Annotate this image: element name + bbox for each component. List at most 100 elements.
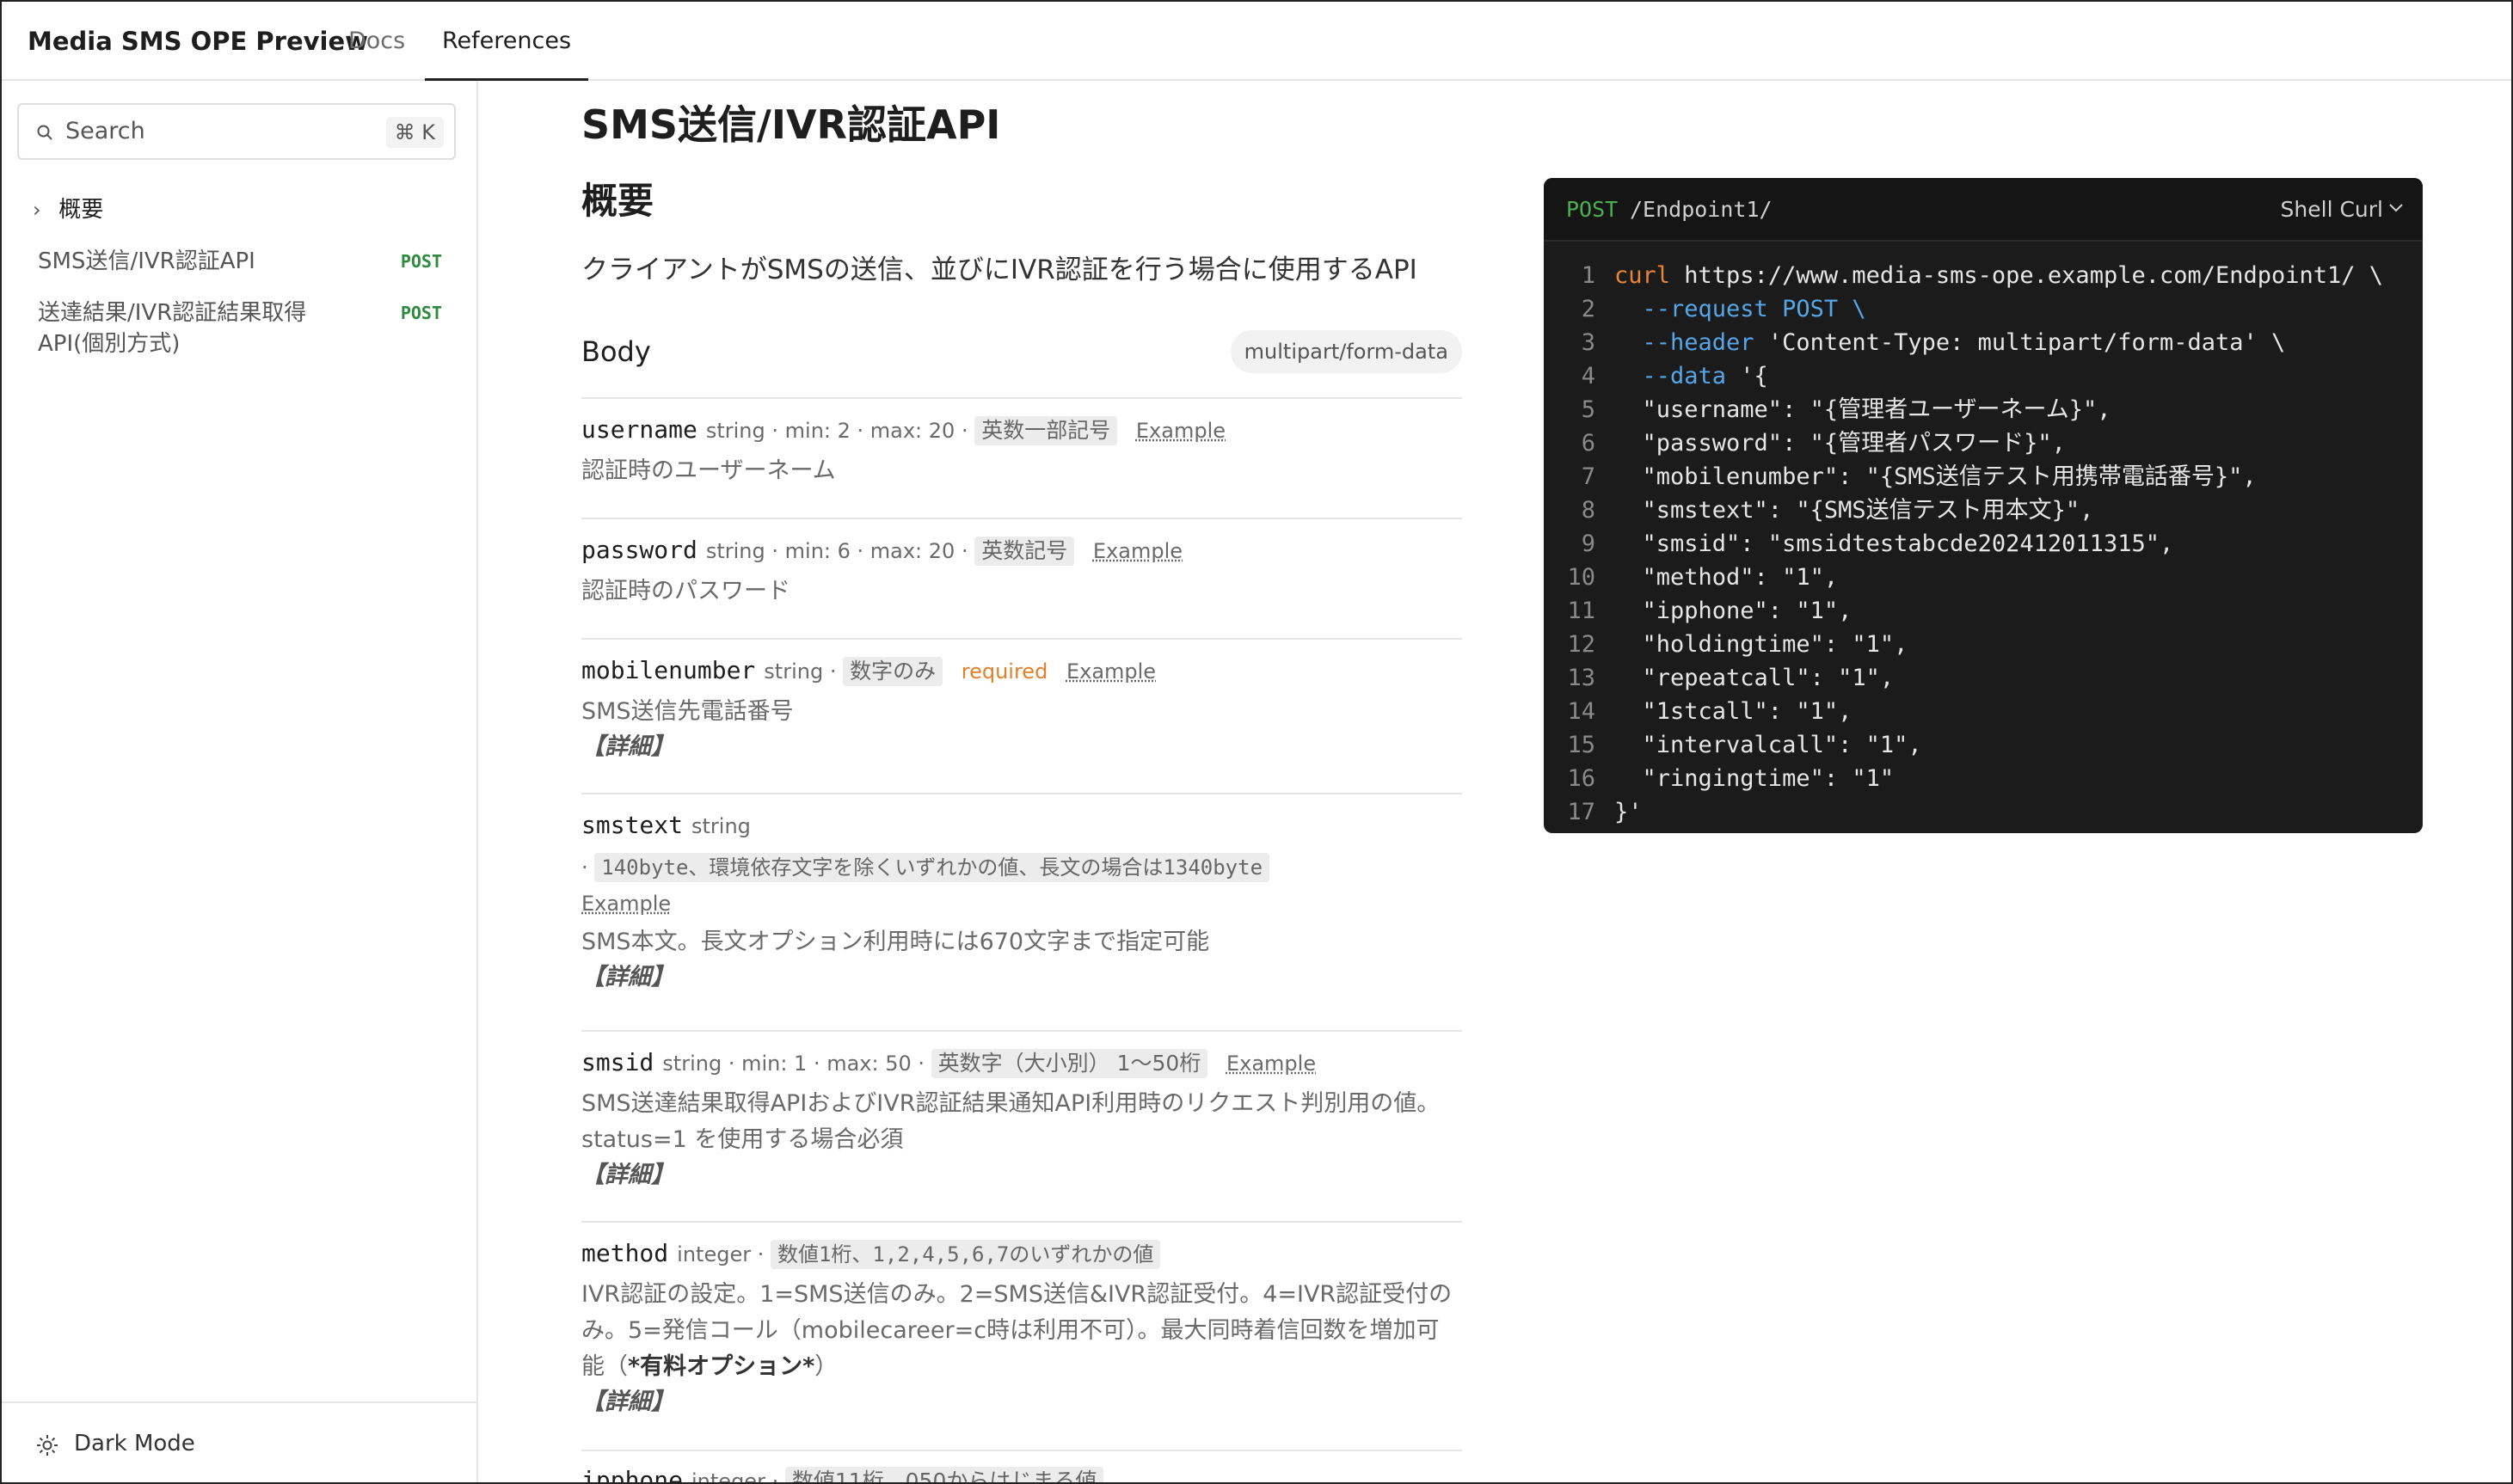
example-link[interactable]: Example [1066,659,1156,684]
code-flag: --header [1614,329,1754,356]
param-constraint-chip: 英数一部記号 [974,416,1118,445]
code-text: "holdingtime": "1", [1614,631,1908,658]
dark-mode-toggle[interactable]: Dark Mode [2,1401,476,1482]
divider [581,793,1462,794]
param-name: smsid [581,1048,654,1076]
param-constraint-chip: 数字のみ [843,657,943,686]
param-name: username [581,415,697,444]
code-keyword: curl [1614,262,1671,289]
param-description-line3: 能（*有料オプション*） [581,1349,1462,1385]
code-flag: --request [1614,296,1768,322]
sidebar-section-overview[interactable]: › 概要 [33,193,103,227]
example-link[interactable]: Example [1136,419,1226,443]
code-sample-panel: POST /Endpoint1/ Shell Curl 1 curl https:… [1544,178,2423,833]
param-description-line1: IVR認証の設定。1=SMS送信のみ。2=SMS送信&IVR認証受付。4=IVR… [581,1281,1453,1308]
detail-link[interactable]: 【詳細】 [581,730,1462,764]
search-icon [37,125,52,140]
overview-heading: 概要 [581,180,654,222]
nav-tab-docs[interactable]: Docs [348,2,405,81]
line-number: 12 [1567,631,1595,658]
body-heading: Body [581,335,651,368]
detail-link[interactable]: 【詳細】 [581,1385,1462,1420]
code-text: "smsid": "smsidtestabcde202412011315", [1614,530,2174,557]
code-panel-header: POST /Endpoint1/ Shell Curl [1544,178,2423,242]
dark-mode-label: Dark Mode [74,1431,195,1456]
code-text: "smstext": "{SMS送信テスト用本文}", [1614,497,2094,524]
code-text: '{ [1726,363,1768,389]
detail-link[interactable]: 【詳細】 [581,1158,1462,1193]
param-meta: string · min: 1 · max: 50 · [662,1052,925,1076]
line-number: 5 [1581,396,1595,423]
param-password: password string · min: 6 · max: 20 · 英数記号… [581,533,1462,610]
example-link[interactable]: Example [1226,1052,1316,1076]
code-line: 2 --request POST \ [1544,292,2423,326]
param-username: username string · min: 2 · max: 20 · 英数一部… [581,413,1462,489]
code-text: "repeatcall": "1", [1614,665,1895,691]
language-selector[interactable]: Shell Curl [2281,178,2383,242]
param-meta-separator: · [581,855,588,880]
sidebar-item-sms-send[interactable]: SMS送信/IVR認証API POST [38,246,442,277]
param-mobilenumber: mobilenumber string · 数字のみ required Examp… [581,653,1462,764]
divider [581,1450,1462,1451]
param-name: mobilenumber [581,656,756,684]
code-text: https://www.media-sms-ope.example.com/En… [1670,262,2384,289]
brand-title[interactable]: Media SMS OPE Preview [28,2,368,81]
line-number: 6 [1581,430,1595,457]
code-line: 8 "smstext": "{SMS送信テスト用本文}", [1544,494,2423,527]
code-text: "username": "{管理者ユーザーネーム}", [1614,396,2111,423]
divider [581,1221,1462,1223]
code-line: 3 --header 'Content-Type: multipart/form… [1544,326,2423,359]
example-link[interactable]: Example [1093,539,1183,563]
paid-option-emphasis: *有料オプション* [628,1353,815,1380]
top-navigation-bar: Media SMS OPE Preview Docs References [2,2,2511,81]
chevron-right-icon: › [33,198,41,222]
code-line: 6 "password": "{管理者パスワード}", [1544,426,2423,460]
line-number: 16 [1567,765,1595,792]
code-lines: 1 curl https://www.media-sms-ope.example.… [1544,259,2423,829]
main-content: SMS送信/IVR認証API 概要 クライアントがSMSの送信、並びにIVR認証… [581,81,1462,1482]
param-meta: string [691,814,751,838]
code-text: "ringingtime": "1" [1614,765,1895,792]
code-text: "1stcall": "1", [1614,698,1852,725]
line-number: 14 [1567,698,1595,725]
line-number: 15 [1567,732,1595,758]
param-description: 認証時のユーザーネーム [581,457,836,484]
method-badge-post: POST [400,251,442,272]
code-text: "ipphone": "1", [1614,598,1852,624]
divider [581,518,1462,519]
param-description: SMS送達結果取得APIおよびIVR認証結果通知API利用時のリクエスト判別用の… [581,1090,1441,1153]
param-description: SMS送信先電話番号 [581,698,794,725]
code-text: }' [1614,799,1643,825]
code-text: POST \ [1767,296,1866,322]
search-box[interactable]: Search ⌘ K [17,103,456,160]
code-line: 10 "method": "1", [1544,561,2423,594]
param-constraint-chip: 数値11桁、050からはじまる値 [784,1467,1104,1482]
example-link[interactable]: Example [581,892,671,916]
sidebar-item-delivery-result[interactable]: 送達結果/IVR認証結果取得API(個別方式) POST [38,297,442,359]
code-line: 7 "mobilenumber": "{SMS送信テスト用携帯電話番号}", [1544,460,2423,494]
param-meta: string · [764,659,837,684]
code-line: 16 "ringingtime": "1" [1544,762,2423,795]
param-constraint-chip: 英数記号 [974,537,1075,566]
param-ipphone: ipphone integer · 数値11桁、050からはじまる値 [581,1463,1462,1482]
param-description: 認証時のパスワード [581,578,790,604]
chevron-down-icon[interactable] [2388,203,2404,213]
code-line: 9 "smsid": "smsidtestabcde202412011315", [1544,527,2423,561]
code-line: 12 "holdingtime": "1", [1544,628,2423,661]
code-text: "intervalcall": "1", [1614,732,1922,758]
param-name: password [581,536,697,564]
nav-tab-references[interactable]: References [425,2,588,81]
divider [581,638,1462,640]
code-text: "mobilenumber": "{SMS送信テスト用携帯電話番号}", [1614,463,2257,490]
content-type-badge: multipart/form-data [1230,330,1462,373]
sidebar-section-label: 概要 [58,197,104,223]
method-badge-post: POST [400,303,442,323]
detail-link[interactable]: 【詳細】 [581,960,1462,995]
line-number: 13 [1567,665,1595,691]
param-meta: integer · [677,1242,765,1266]
param-method: method integer · 数値1桁、1,2,4,5,6,7のいずれかの値 … [581,1236,1462,1420]
code-text: "method": "1", [1614,564,1839,591]
code-endpoint-path: /Endpoint1/ [1630,197,1773,222]
code-text: 'Content-Type: multipart/form-data' \ [1754,329,2286,356]
param-meta: string · min: 2 · max: 20 · [705,419,968,443]
